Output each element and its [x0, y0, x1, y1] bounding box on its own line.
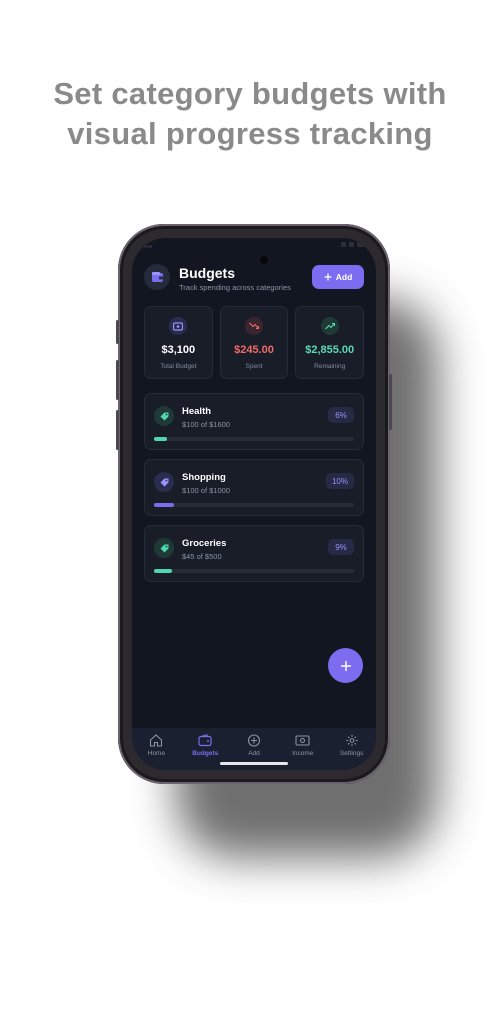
gear-icon: [346, 734, 358, 747]
wifi-icon: [349, 242, 354, 247]
camera-icon: [260, 256, 268, 264]
stat-label: Total Budget: [160, 363, 197, 370]
category-percent-badge: 6%: [328, 407, 354, 423]
trend-down-icon: [245, 317, 263, 335]
category-amount: $45 of $500: [182, 552, 222, 561]
nav-label: Settings: [339, 750, 364, 757]
app-screen: ▪▪▪ Budgets Track spending across catego…: [132, 238, 376, 770]
phone-frame: ▪▪▪ Budgets Track spending across catego…: [116, 224, 392, 784]
add-button-label: Add: [335, 272, 353, 282]
wallet-icon: [169, 317, 188, 335]
add-budget-button[interactable]: Add: [312, 265, 364, 289]
stat-label: Spent: [245, 363, 263, 370]
category-amount: $100 of $1000: [182, 486, 230, 495]
page-subtitle: Track spending across categories: [179, 283, 291, 292]
volume-down-button: [116, 410, 119, 450]
category-percent-badge: 9%: [328, 539, 354, 555]
stat-label: Remaining: [314, 363, 346, 370]
progress-track: [154, 503, 354, 507]
headline: Set category budgets with visual progres…: [0, 74, 500, 154]
home-icon: [150, 734, 163, 747]
nav-item-home[interactable]: Home: [134, 734, 178, 770]
nav-label: Home: [147, 750, 166, 757]
cash-icon: [295, 735, 310, 746]
nav-label: Budgets: [192, 750, 219, 757]
category-card-groceries[interactable]: Groceries $45 of $500 9%: [144, 525, 364, 582]
page-title: Budgets: [179, 265, 235, 281]
status-icons: [341, 242, 366, 247]
plus-circle-icon: [247, 734, 261, 747]
wallet-icon: [198, 734, 212, 747]
category-card-health[interactable]: Health $100 of $1600 6%: [144, 393, 364, 450]
summary-stats: $3,100 Total Budget $245.00 Spent $2,855…: [144, 306, 365, 379]
wallet-icon: [144, 264, 170, 290]
nav-item-settings[interactable]: Settings: [330, 734, 374, 770]
category-percent-badge: 10%: [325, 473, 354, 489]
tag-icon: [154, 538, 174, 558]
volume-up-button: [116, 360, 119, 400]
floating-add-button[interactable]: [328, 648, 363, 683]
category-name: Health: [182, 406, 212, 417]
side-button: [116, 320, 119, 344]
tag-icon: [154, 472, 174, 492]
stat-value: $245.00: [234, 344, 274, 356]
category-name: Groceries: [182, 538, 227, 549]
stat-spent: $245.00 Spent: [219, 306, 289, 379]
plus-icon: [340, 660, 351, 671]
trend-up-icon: [320, 317, 339, 335]
category-amount: $100 of $1600: [182, 420, 230, 429]
nav-label: Add: [248, 750, 260, 757]
headline-line-2: visual progress tracking: [67, 116, 433, 151]
battery-icon: [357, 242, 366, 247]
plus-icon: [324, 273, 332, 281]
progress-fill: [154, 503, 174, 507]
progress-track: [154, 437, 354, 441]
headline-line-1: Set category budgets with: [53, 76, 447, 111]
tag-icon: [154, 406, 174, 426]
progress-track: [154, 569, 354, 573]
stat-remaining: $2,855.00 Remaining: [295, 306, 365, 379]
signal-icon: [341, 242, 346, 247]
stat-value: $2,855.00: [305, 344, 355, 356]
category-card-shopping[interactable]: Shopping $100 of $1000 10%: [144, 459, 364, 516]
nav-label: Income: [292, 750, 314, 757]
category-name: Shopping: [182, 472, 226, 483]
home-indicator: [220, 762, 288, 765]
status-time: ▪▪▪: [144, 242, 153, 251]
category-list: Health $100 of $1600 6% Shopping $100 of…: [144, 393, 364, 591]
progress-fill: [154, 569, 172, 573]
power-button: [389, 374, 392, 430]
stat-value: $3,100: [161, 344, 196, 356]
stat-total-budget: $3,100 Total Budget: [144, 306, 213, 379]
progress-fill: [154, 437, 167, 441]
